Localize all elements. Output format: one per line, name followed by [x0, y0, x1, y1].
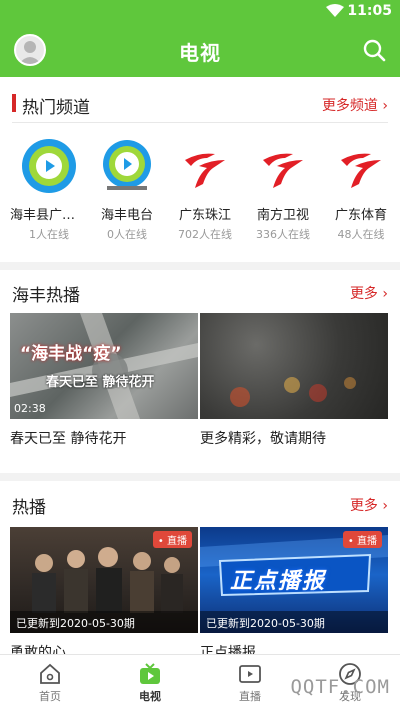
hot-play-title: 热播	[12, 498, 46, 518]
haifeng-more-link[interactable]: 更多 ›	[350, 283, 388, 303]
chevron-right-icon: ›	[382, 498, 388, 514]
page-title: 电视	[179, 41, 221, 65]
program-card[interactable]: • 直播 已更新到2020-05-30期 勇敢的心	[10, 527, 198, 662]
section-divider	[12, 122, 388, 123]
live-icon	[239, 665, 261, 683]
channel-name: 南方卫视	[256, 208, 309, 223]
video-thumbnail	[200, 313, 388, 419]
channel-name: 广东珠江	[178, 208, 231, 223]
thumbnail-subline: 春天已至 静待花开	[46, 375, 155, 390]
channel-list: 海丰县广播电视台 1人在线 海丰电台 0人在线 广东珠江 702人在线 南方卫视…	[0, 138, 400, 248]
channel-online-count: 48人在线	[337, 228, 385, 241]
hot-play-more-link[interactable]: 更多 ›	[350, 495, 388, 515]
video-caption: 更多精彩，敬请期待	[200, 431, 326, 447]
video-card[interactable]: “海丰战“疫” 春天已至 静待花开 02:38 春天已至 静待花开	[10, 313, 198, 448]
tab-label: 电视	[139, 690, 161, 703]
channel-online-count: 336人在线	[256, 228, 310, 241]
video-caption: 春天已至 静待花开	[10, 431, 127, 447]
search-icon[interactable]	[362, 38, 386, 62]
status-time: 11:05	[347, 3, 392, 19]
video-duration: 02:38	[14, 402, 46, 415]
haifeng-tv-logo-icon	[22, 139, 76, 193]
channel-item[interactable]: 海丰县广播电视台 1人在线	[10, 138, 88, 242]
home-icon	[40, 663, 60, 684]
channel-name: 广东体育	[334, 208, 387, 223]
live-badge: • 直播	[342, 531, 382, 548]
more-label: 更多	[349, 498, 378, 514]
live-badge-label: 直播	[167, 536, 187, 547]
program-card[interactable]: 正点播报 • 直播 已更新到2020-05-30期 正点播报	[200, 527, 388, 662]
tab-live[interactable]: 直播	[200, 655, 300, 710]
channel-online-count: 702人在线	[178, 228, 232, 241]
hot-channels-header: 热门频道 更多频道 ›	[0, 84, 400, 124]
program-thumbnail: • 直播 已更新到2020-05-30期	[10, 527, 198, 633]
chevron-right-icon: ›	[382, 286, 388, 302]
tab-label: 首页	[39, 690, 61, 703]
thumbnail-headline: “海丰战“疫”	[20, 344, 122, 364]
haifeng-hot-header: 海丰热播 更多 ›	[0, 272, 400, 312]
gdtv-logo-icon	[341, 153, 381, 188]
channel-online-count: 1人在线	[29, 228, 69, 241]
tab-tv[interactable]: 电视	[100, 655, 200, 710]
watermark: QQTF.COM	[290, 676, 390, 698]
more-label: 更多	[349, 286, 378, 302]
gdtv-logo-icon	[185, 153, 225, 188]
haifeng-radio-logo-icon	[103, 140, 151, 190]
section-accent-bar	[12, 94, 16, 112]
channel-item[interactable]: 广东体育 48人在线	[322, 138, 400, 242]
app-bar: 电视	[0, 24, 400, 77]
status-bar: 11:05	[0, 0, 400, 24]
section-gap	[0, 473, 400, 481]
tab-label: 直播	[239, 690, 261, 703]
more-channels-link[interactable]: 更多频道 ›	[322, 95, 388, 115]
studio-title-overlay: 正点播报	[230, 569, 327, 594]
section-gap	[0, 262, 400, 270]
channel-item[interactable]: 南方卫视 336人在线	[244, 138, 322, 242]
program-thumbnail: 正点播报 • 直播 已更新到2020-05-30期	[200, 527, 388, 633]
channel-name: 海丰电台	[100, 208, 153, 223]
update-label: 已更新到2020-05-30期	[200, 611, 388, 633]
live-badge: • 直播	[152, 531, 192, 548]
haifeng-hot-title: 海丰热播	[12, 286, 80, 306]
update-label: 已更新到2020-05-30期	[10, 611, 198, 633]
hot-play-header: 热播 更多 ›	[0, 484, 400, 524]
live-badge-label: 直播	[357, 536, 377, 547]
video-thumbnail: “海丰战“疫” 春天已至 静待花开 02:38	[10, 313, 198, 419]
channel-name: 海丰县广播电视台	[10, 208, 88, 223]
tv-icon	[140, 663, 160, 684]
gdtv-logo-icon	[263, 153, 303, 188]
channel-item[interactable]: 海丰电台 0人在线	[88, 138, 166, 242]
hot-channels-title: 热门频道	[22, 98, 90, 118]
rainy-window-image	[230, 377, 356, 407]
channel-online-count: 0人在线	[107, 228, 147, 241]
video-card[interactable]: 更多精彩，敬请期待	[200, 313, 388, 448]
tab-home[interactable]: 首页	[0, 655, 100, 710]
wifi-icon	[326, 4, 344, 17]
chevron-right-icon: ›	[382, 98, 388, 114]
more-channels-label: 更多频道	[321, 98, 378, 114]
channel-item[interactable]: 广东珠江 702人在线	[166, 138, 244, 242]
